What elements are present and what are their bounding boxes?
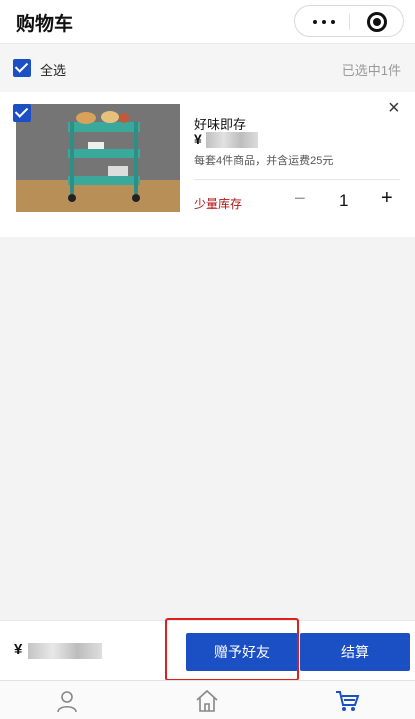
close-miniprogram-icon[interactable] — [367, 12, 387, 32]
cart-item: 好味即存 ¥ 每套4件商品，并含运费25元 × 少量库存 − 1 + — [0, 92, 415, 237]
increase-quantity-button[interactable]: + — [381, 187, 393, 210]
tab-bar — [0, 680, 415, 719]
select-all-bar: 全选 已选中1件 — [0, 44, 415, 92]
more-icon[interactable] — [313, 20, 335, 24]
total-price-redacted — [28, 643, 102, 659]
checkout-button[interactable]: 结算 — [300, 633, 410, 671]
select-all-label[interactable]: 全选 — [40, 60, 66, 79]
quantity-value[interactable]: 1 — [339, 191, 348, 211]
remove-item-icon[interactable]: × — [388, 98, 400, 118]
mini-program-capsule — [294, 5, 404, 37]
stock-status: 少量库存 — [194, 197, 243, 211]
product-image[interactable] — [16, 104, 180, 212]
item-divider — [194, 179, 400, 180]
page-title: 购物车 — [16, 14, 74, 35]
cart-icon[interactable] — [334, 688, 360, 714]
selected-count: 已选中1件 — [341, 63, 401, 78]
checkout-bar: ¥ 赠予好友 结算 — [0, 620, 415, 680]
nav-header: 购物车 — [0, 0, 415, 44]
select-all-checkbox[interactable] — [13, 59, 31, 77]
product-price-symbol: ¥ — [194, 131, 202, 147]
total-symbol: ¥ — [14, 641, 23, 658]
capsule-divider — [349, 14, 350, 30]
product-description: 每套4件商品，并含运费25元 — [194, 155, 334, 167]
decrease-quantity-button[interactable]: − — [294, 188, 306, 211]
item-checkbox[interactable] — [13, 104, 31, 122]
home-icon[interactable] — [194, 688, 220, 714]
user-icon[interactable] — [54, 688, 80, 714]
product-price-redacted — [206, 132, 258, 148]
cart-empty-area — [0, 237, 415, 620]
gift-friend-button[interactable]: 赠予好友 — [186, 633, 298, 671]
